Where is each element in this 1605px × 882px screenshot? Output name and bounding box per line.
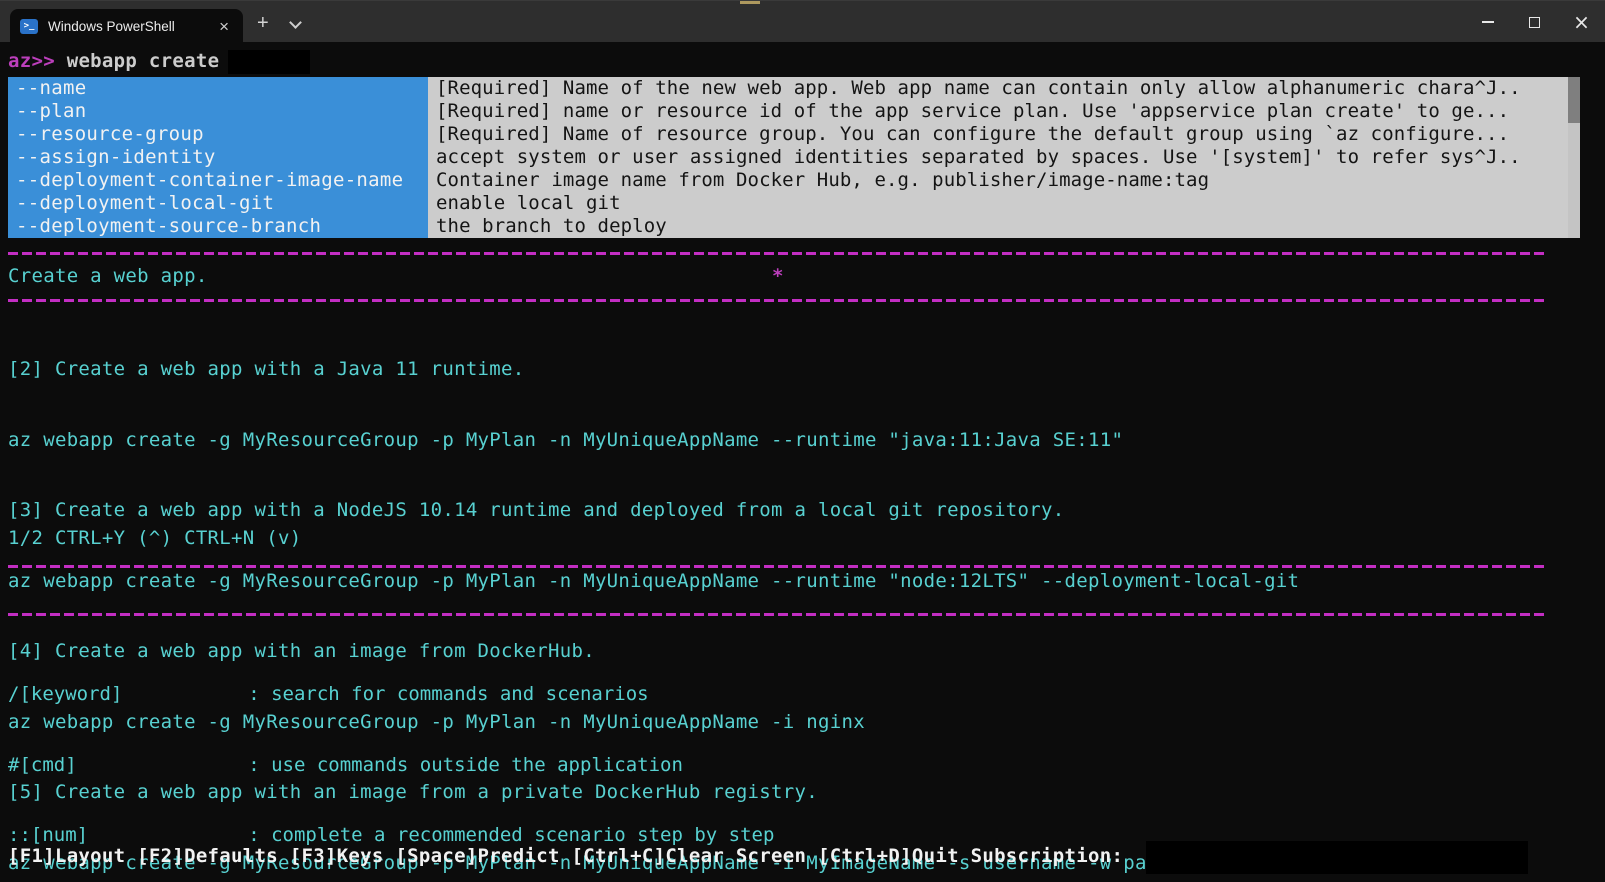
param-description: the branch to deploy [428,215,1580,238]
help-key: #[cmd] [8,754,248,778]
chevron-down-icon[interactable] [289,16,302,29]
close-icon: × [1573,12,1590,32]
scrollbar-thumb[interactable] [1568,77,1580,123]
command-description: Create a web app. [8,265,208,289]
powershell-icon: >_ [20,19,38,34]
param-description: Container image name from Docker Hub, e.… [428,169,1580,192]
tab-title: Windows PowerShell [48,19,215,34]
tab-windows-powershell[interactable]: >_ Windows PowerShell × [10,9,243,43]
param-description: accept system or user assigned identitie… [428,146,1580,169]
completion-item[interactable]: --deployment-container-image-nameContain… [8,169,1580,192]
example-command: az webapp create -g MyResourceGroup -p M… [8,570,1299,594]
title-bar: >_ Windows PowerShell × + × [0,0,1605,42]
completion-item[interactable]: --plan[Required] name or resource id of … [8,100,1580,123]
examples-pagination: 1/2 CTRL+Y (^) CTRL+N (v) [8,527,301,551]
example-title: [2] Create a web app with a Java 11 runt… [8,358,1299,382]
close-button[interactable]: × [1558,1,1605,43]
separator-line [8,299,1546,302]
help-row: /[keyword]:search for commands and scena… [8,683,843,707]
param-description: [Required] Name of resource group. You c… [428,123,1580,146]
description-marker: * [772,265,784,289]
completion-item[interactable]: --assign-identityaccept system or user a… [8,146,1580,169]
status-bar: [F1]Layout [F2]Defaults [F3]Keys [Space]… [8,845,1123,869]
param-name: --deployment-source-branch [8,215,428,238]
help-desc: search for commands and scenarios [271,683,649,705]
minimize-button[interactable] [1464,1,1511,43]
example-title: [3] Create a web app with a NodeJS 10.14… [8,499,1299,523]
completion-scrollbar[interactable] [1568,77,1580,238]
separator-line [8,252,1546,255]
param-name: --resource-group [8,123,428,146]
window-controls: × [1464,1,1605,43]
param-name: --deployment-local-git [8,192,428,215]
typed-command: webapp create [55,50,219,72]
maximize-button[interactable] [1511,1,1558,43]
new-tab-button[interactable]: + [257,13,269,33]
command-prompt-line[interactable]: az>> webapp create [8,50,219,74]
param-name: --plan [8,100,428,123]
example-command: az webapp create -g MyResourceGroup -p M… [8,429,1299,453]
param-name: --name [8,77,428,100]
completion-item[interactable]: --resource-group[Required] Name of resou… [8,123,1580,146]
redacted-subscription-value [1146,841,1528,874]
separator-line [8,613,1546,616]
tab-close-icon[interactable]: × [215,18,233,35]
help-key: /[keyword] [8,683,248,707]
param-name: --deployment-container-image-name [8,169,428,192]
screen-edge-artifact [740,1,760,4]
completion-item[interactable]: --deployment-local-gitenable local git [8,192,1580,215]
help-row: ::[num]:complete a recommended scenario … [8,824,843,848]
completion-item[interactable]: --deployment-source-branchthe branch to … [8,215,1580,238]
help-desc: use commands outside the application [271,754,683,776]
completion-item[interactable]: --name[Required] Name of the new web app… [8,77,1580,100]
param-description: enable local git [428,192,1580,215]
help-key: ::[num] [8,824,248,848]
param-description: [Required] Name of the new web app. Web … [428,77,1580,100]
help-row: #[cmd]:use commands outside the applicat… [8,754,843,778]
param-name: --assign-identity [8,146,428,169]
param-description: [Required] name or resource id of the ap… [428,100,1580,123]
minimize-icon [1482,21,1494,23]
maximize-icon [1529,17,1540,28]
prompt-label: az>> [8,50,55,72]
help-desc: complete a recommended scenario step by … [271,824,774,846]
separator-line [8,565,1546,568]
redacted-command-text [228,50,310,74]
completion-menu: --name[Required] Name of the new web app… [8,77,1580,238]
terminal-window: >_ Windows PowerShell × + × az>> webapp … [0,0,1605,882]
